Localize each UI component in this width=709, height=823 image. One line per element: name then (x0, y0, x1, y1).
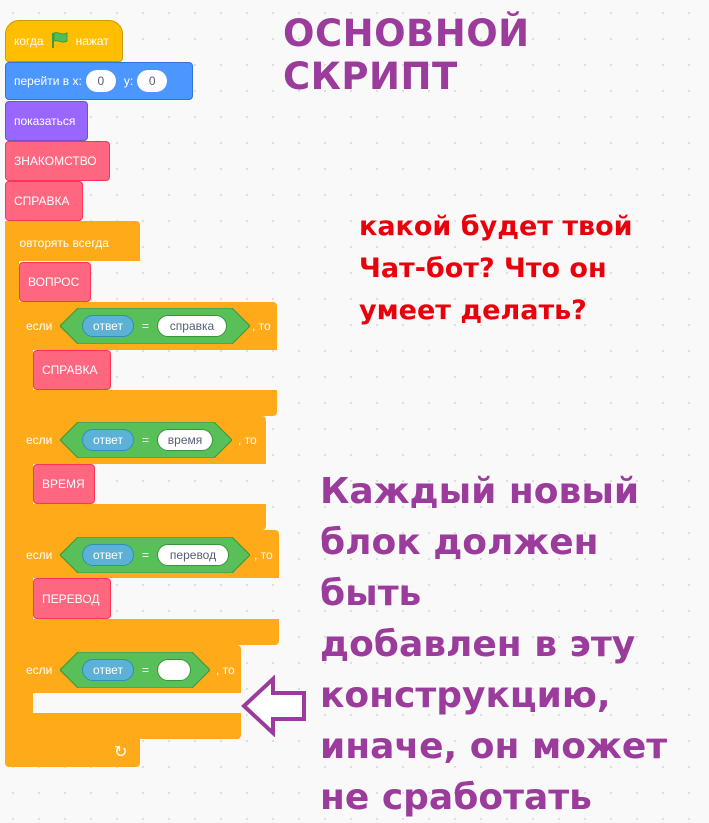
forever-arm (5, 221, 19, 741)
if-bottom (19, 390, 277, 416)
instruction-note: Каждый новый блок должен быть добавлен в… (320, 466, 709, 823)
instruction-line-6: не сработать (320, 777, 592, 818)
intro-label: ЗНАКОМСТВО (14, 154, 97, 168)
equals-condition[interactable]: ответ = перевод (60, 537, 250, 573)
translate-action-block[interactable]: ПЕРЕВОД (33, 578, 111, 619)
time-action-block[interactable]: ВРЕМЯ (33, 464, 95, 504)
if-bottom (19, 504, 266, 530)
equals-condition[interactable]: ответ = время (60, 422, 232, 458)
equals-condition[interactable]: ответ = (60, 652, 210, 688)
x-input[interactable]: 0 (85, 70, 116, 92)
question-note: какой будет твой Чат-бот? Что он умеет д… (359, 206, 633, 332)
answer-reporter[interactable]: ответ (82, 659, 134, 681)
equals-condition[interactable]: ответ = справка (60, 308, 250, 344)
time-action-label: ВРЕМЯ (42, 477, 85, 491)
green-flag-icon (50, 31, 70, 52)
empty-slot[interactable] (33, 693, 241, 713)
question-label: ВОПРОС (28, 275, 80, 289)
question-line-2: Чат-бот? Что он (359, 253, 607, 284)
answer-reporter[interactable]: ответ (82, 315, 134, 337)
show-label: показаться (14, 114, 76, 128)
if-label: если (26, 433, 53, 447)
intro-block[interactable]: ЗНАКОМСТВО (5, 141, 110, 181)
then-label: , то (238, 433, 257, 447)
instruction-line-2: блок должен быть (320, 522, 599, 614)
clicked-label: нажат (75, 34, 109, 48)
answer-reporter[interactable]: ответ (82, 429, 134, 451)
translate-action-label: ПЕРЕВОД (42, 591, 100, 606)
instruction-line-5: иначе, он может (320, 726, 668, 767)
instruction-line-4: конструкцию, (320, 675, 611, 716)
if-bottom (19, 619, 279, 645)
help-label: СПРАВКА (14, 194, 70, 208)
if-label: если (26, 548, 53, 562)
condition-value-input[interactable]: справка (157, 315, 228, 337)
left-arrow-icon (241, 675, 306, 737)
go-to-label: перейти в x: (14, 74, 82, 88)
page-title: ОСНОВНОЙ СКРИПТ (283, 12, 530, 98)
when-label: когда (14, 34, 44, 48)
then-label: , то (254, 548, 273, 562)
go-to-xy-block[interactable]: перейти в x: 0 y: 0 (5, 62, 193, 100)
condition-value-input[interactable]: время (157, 429, 214, 451)
question-line-1: какой будет твой (359, 211, 633, 242)
y-label: y: (123, 74, 134, 88)
answer-reporter[interactable]: ответ (82, 544, 134, 566)
help-block[interactable]: СПРАВКА (5, 181, 83, 221)
loop-arrow-icon: ↻ (114, 744, 128, 761)
then-label: , то (216, 663, 235, 677)
question-line-3: умеет делать? (359, 295, 587, 326)
then-label: , то (252, 319, 271, 333)
if-bottom (19, 713, 241, 739)
equals-sign: = (142, 663, 150, 677)
if-label: если (26, 663, 53, 677)
instruction-line-1: Каждый новый (320, 471, 640, 512)
y-input[interactable]: 0 (137, 70, 168, 92)
help-action-block[interactable]: СПРАВКА (33, 350, 111, 390)
when-flag-clicked-block[interactable]: когда нажат (5, 20, 123, 62)
condition-value-input[interactable]: перевод (157, 544, 230, 566)
forever-label: повторять всегда (13, 236, 109, 250)
equals-sign: = (142, 433, 150, 447)
equals-sign: = (142, 319, 150, 333)
help-action-label: СПРАВКА (42, 363, 98, 377)
show-block[interactable]: показаться (5, 101, 88, 141)
condition-value-input[interactable] (157, 659, 192, 681)
question-block[interactable]: ВОПРОС (19, 262, 91, 302)
if-label: если (26, 319, 53, 333)
instruction-line-3: добавлен в эту (320, 624, 636, 665)
equals-sign: = (142, 548, 150, 562)
